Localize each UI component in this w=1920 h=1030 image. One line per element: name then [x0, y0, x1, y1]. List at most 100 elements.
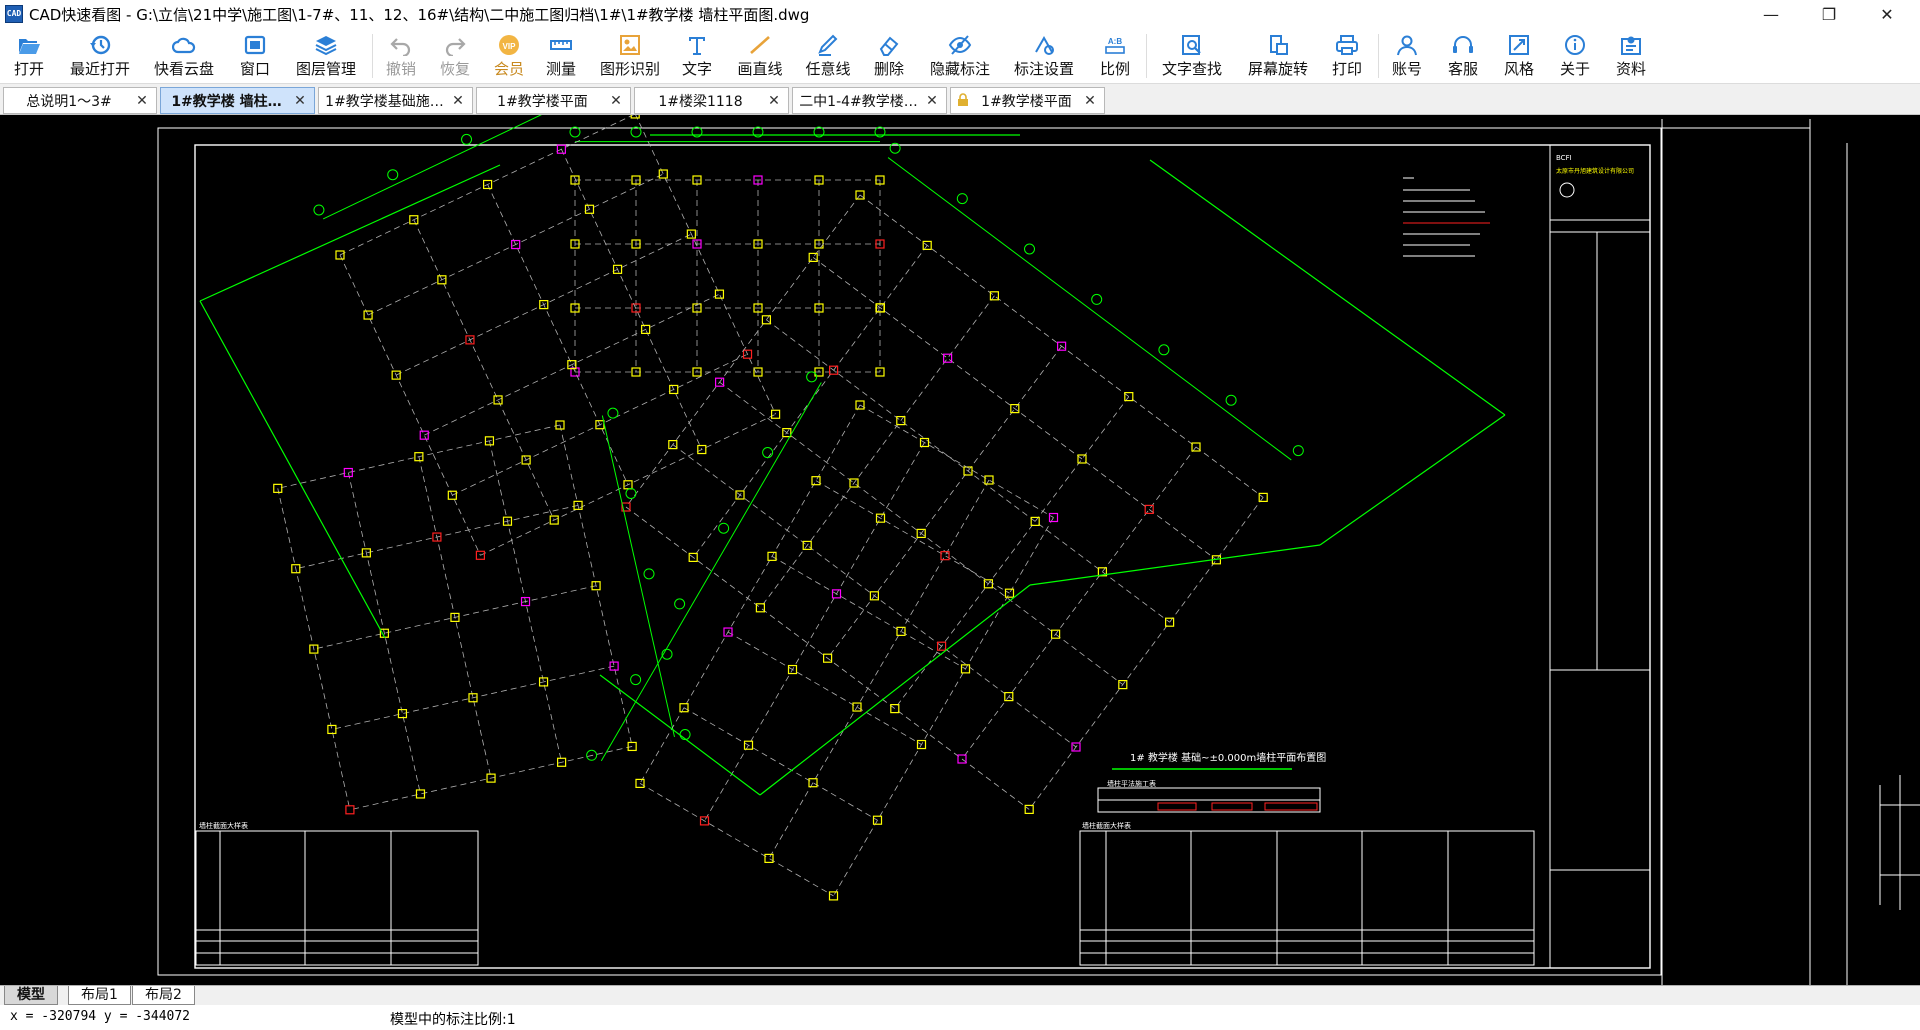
redo-icon	[445, 38, 466, 56]
open-button[interactable]: 打开	[4, 30, 54, 82]
maximize-button[interactable]: ❐	[1802, 0, 1856, 28]
doc-tab[interactable]: 1#楼梁1118 ✕	[634, 87, 789, 114]
svg-text:VIP: VIP	[503, 42, 517, 51]
main-toolbar: 打开 最近打开 快看云盘 窗口 图层管理 撤销 恢复 VIP 会员 测量 图形识…	[0, 28, 1920, 84]
hide-annotation-label: 隐藏标注	[929, 60, 990, 78]
column	[714, 289, 725, 299]
boundary-line	[759, 584, 1031, 796]
search-icon	[1182, 35, 1201, 55]
undo-button[interactable]: 撤销	[378, 30, 424, 82]
window-label: 窗口	[239, 60, 270, 78]
redo-button[interactable]: 恢复	[432, 30, 478, 82]
grid-line	[771, 556, 966, 670]
axis-bubble	[674, 598, 686, 610]
tab-close-icon[interactable]: ✕	[292, 93, 308, 109]
scale-button[interactable]: A:B 比例	[1092, 30, 1138, 82]
floor-plan	[199, 115, 1506, 901]
doc-tab-locked[interactable]: 1#教学楼平面 ✕	[950, 87, 1105, 114]
svg-text:墙柱截面大样表: 墙柱截面大样表	[199, 821, 248, 830]
doc-tab[interactable]: 总说明1～3# ✕	[3, 87, 157, 114]
hide-annotation-button[interactable]: 隐藏标注	[924, 30, 996, 82]
dimension-line	[322, 115, 542, 220]
grid-line	[639, 404, 861, 784]
doc-tab[interactable]: 1#教学楼基础施… ✕	[318, 87, 473, 114]
tab-close-icon[interactable]: ✕	[1082, 93, 1098, 109]
doc-tab[interactable]: 二中1-4#教学楼… ✕	[792, 87, 947, 114]
axis-bubble	[679, 729, 691, 741]
freeline-button[interactable]: 任意线	[800, 30, 856, 82]
doc-tab-label: 1#教学楼平面	[981, 93, 1072, 110]
grid-line	[683, 707, 878, 821]
axis-bubble	[630, 674, 642, 686]
boundary-line	[199, 164, 501, 302]
grid-line	[367, 173, 664, 316]
axis-bubble	[607, 407, 619, 419]
text-search-button[interactable]: 文字查找	[1154, 30, 1230, 82]
text-button[interactable]: 文字	[676, 30, 718, 82]
annotation-settings-button[interactable]: 标注设置	[1008, 30, 1080, 82]
print-button[interactable]: 打印	[1324, 30, 1370, 82]
line-button[interactable]: 画直线	[732, 30, 788, 82]
cad-drawing[interactable]: BCFI 太原市丹旭建筑设计有限公司 1# 教学楼 基础~±0.000m墙柱平面…	[0, 115, 1920, 985]
lock-icon	[957, 92, 971, 109]
column	[896, 416, 906, 426]
style-button[interactable]: 风格	[1496, 30, 1542, 82]
resources-button[interactable]: 资料	[1608, 30, 1654, 82]
account-button[interactable]: 账号	[1384, 30, 1430, 82]
cloud-button[interactable]: 快看云盘	[148, 30, 220, 82]
grid-line	[635, 115, 776, 415]
grid-line	[424, 293, 720, 436]
delete-button[interactable]: 删除	[868, 30, 910, 82]
vip-label: 会员	[493, 60, 524, 78]
layers-button[interactable]: 图层管理	[290, 30, 362, 82]
recognize-button[interactable]: 图形识别	[594, 30, 666, 82]
close-window-button[interactable]: ✕	[1860, 0, 1914, 28]
layout-tab-2[interactable]: 布局2	[132, 986, 195, 1005]
service-button[interactable]: 客服	[1440, 30, 1486, 82]
tab-close-icon[interactable]: ✕	[608, 93, 624, 109]
folder-open-icon	[19, 39, 40, 54]
print-label: 打印	[1331, 60, 1362, 78]
ruler-icon	[550, 40, 572, 50]
svg-text:墙柱平法施工表: 墙柱平法施工表	[1107, 779, 1156, 788]
window-button[interactable]: 窗口	[230, 30, 280, 82]
grid-line	[277, 424, 561, 489]
toolbar-divider	[1378, 34, 1379, 78]
tab-close-icon[interactable]: ✕	[450, 93, 466, 109]
tab-close-icon[interactable]: ✕	[766, 93, 782, 109]
rotate-screen-icon	[1270, 35, 1288, 55]
doc-tab-label: 1#楼梁1118	[658, 93, 743, 110]
cloud-label: 快看云盘	[153, 60, 214, 78]
about-button[interactable]: 关于	[1552, 30, 1598, 82]
drawing-canvas[interactable]: BCFI 太原市丹旭建筑设计有限公司 1# 教学楼 基础~±0.000m墙柱平面…	[0, 115, 1920, 985]
doc-tab[interactable]: 1#教学楼平面 ✕	[476, 87, 631, 114]
column	[397, 708, 408, 719]
recent-button[interactable]: 最近打开	[64, 30, 136, 82]
tab-close-icon[interactable]: ✕	[134, 93, 150, 109]
minimize-button[interactable]: —	[1744, 0, 1798, 28]
layers-icon	[315, 36, 337, 56]
headset-icon	[1453, 36, 1473, 53]
screen-rotate-button[interactable]: 屏幕旋转	[1240, 30, 1316, 82]
doc-tab-label: 总说明1～3#	[26, 93, 112, 110]
measure-button[interactable]: 测量	[536, 30, 586, 82]
layout-tab-bar: 模型 布局1 布局2	[0, 985, 1920, 1005]
axis-bubble	[1225, 394, 1237, 406]
screen-rotate-label: 屏幕旋转	[1247, 60, 1308, 78]
shape-recognize-icon	[620, 35, 640, 55]
dimension-line	[601, 415, 675, 738]
window-icon	[244, 35, 266, 55]
undo-label: 撤销	[385, 60, 416, 78]
layout-tab-model[interactable]: 模型	[4, 986, 58, 1005]
detail-table-right: 墙柱截面大样表	[1079, 821, 1535, 966]
svg-text:墙柱截面大样表: 墙柱截面大样表	[1082, 821, 1131, 830]
vip-button[interactable]: VIP 会员	[486, 30, 532, 82]
doc-tab-active[interactable]: 1#教学楼 墙柱… ✕	[160, 87, 315, 114]
layout-tab-1[interactable]: 布局1	[68, 986, 131, 1005]
tab-close-icon[interactable]: ✕	[924, 93, 940, 109]
svg-text:A:B: A:B	[1108, 37, 1122, 46]
style-label: 风格	[1503, 60, 1534, 78]
grid-line	[561, 149, 703, 450]
svg-text:BCFI: BCFI	[1556, 154, 1572, 162]
column	[942, 353, 953, 363]
